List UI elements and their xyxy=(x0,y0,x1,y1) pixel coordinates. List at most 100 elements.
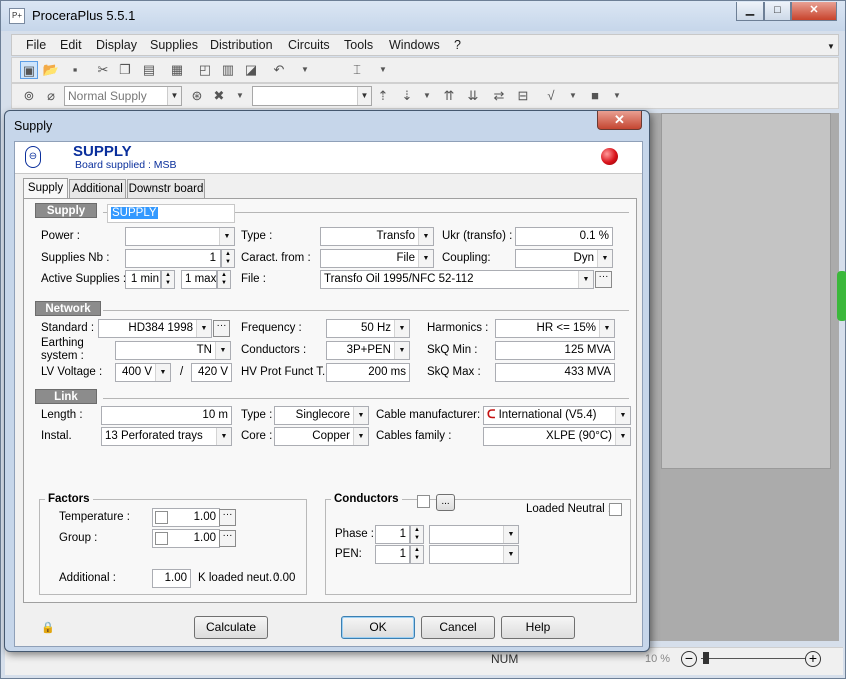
harmonics-select[interactable]: HR <= 15% ▼ xyxy=(495,319,615,338)
caract-from-select[interactable]: File ▼ xyxy=(320,249,434,268)
open-icon[interactable]: 📂 xyxy=(42,61,60,79)
lv-voltage-max-input[interactable]: 420 V xyxy=(191,363,232,382)
tab-supply[interactable]: Supply xyxy=(23,178,68,199)
line-tool-icon[interactable]: ⌶ xyxy=(348,61,366,79)
supplies-nb-stepper[interactable]: ▲ ▼ xyxy=(221,249,235,268)
preview-icon[interactable]: ◰ xyxy=(196,61,214,79)
supplies-nb-input[interactable]: 1 xyxy=(125,249,221,268)
sort-up-icon[interactable]: ⇡ xyxy=(374,87,392,105)
dialog-close-button[interactable]: ✕ xyxy=(597,111,642,130)
print-icon[interactable]: ▥ xyxy=(219,61,237,79)
menu-display[interactable]: Display xyxy=(96,38,137,52)
help-button[interactable]: Help xyxy=(501,616,575,639)
supply-combo[interactable]: Normal Supply ▼ xyxy=(64,86,182,106)
fill-dropdown-icon[interactable]: ▼ xyxy=(608,87,626,105)
temperature-browse-button[interactable]: ··· xyxy=(219,509,236,526)
zoom-slider-thumb[interactable] xyxy=(703,652,709,664)
export-icon[interactable]: ◪ xyxy=(242,61,260,79)
zoom-out-icon[interactable]: − xyxy=(681,651,697,667)
cut-icon[interactable]: ✂ xyxy=(94,61,112,79)
pen-input[interactable]: 1 xyxy=(375,545,410,564)
file-browse-button[interactable]: ··· xyxy=(595,271,612,288)
supply-icon[interactable]: ⊚ xyxy=(20,87,38,105)
formula-icon[interactable]: √ xyxy=(542,87,560,105)
sort-dropdown-icon[interactable]: ▼ xyxy=(418,87,436,105)
menu-edit[interactable]: Edit xyxy=(60,38,82,52)
temperature-checkbox[interactable] xyxy=(155,511,168,524)
earthing-select[interactable]: TN ▼ xyxy=(115,341,231,360)
paste-icon[interactable]: ▤ xyxy=(140,61,158,79)
menu-windows[interactable]: Windows xyxy=(389,38,440,52)
align-icon[interactable]: ⇈ xyxy=(440,87,458,105)
ok-button[interactable]: OK xyxy=(341,616,415,639)
pen-select[interactable]: ▼ xyxy=(429,545,519,564)
supply-name-input[interactable]: SUPPLY xyxy=(107,204,235,223)
file-select[interactable]: Transfo Oil 1995/NFC 52-112 ▼ xyxy=(320,270,594,289)
menu-circuits[interactable]: Circuits xyxy=(288,38,330,52)
length-input[interactable]: 10 m xyxy=(101,406,232,425)
group-input[interactable]: 1.00 xyxy=(152,529,220,548)
menu-supplies[interactable]: Supplies xyxy=(150,38,198,52)
remove-supply-icon[interactable]: ✖ xyxy=(210,87,228,105)
hv-prot-input[interactable]: 200 ms xyxy=(326,363,410,382)
formula-dropdown-icon[interactable]: ▼ xyxy=(564,87,582,105)
connect-icon[interactable]: ⇄ xyxy=(490,87,508,105)
tab-additional[interactable]: Additional xyxy=(69,179,126,199)
skq-max-input[interactable]: 433 MVA xyxy=(495,363,615,382)
fill-icon[interactable]: ■ xyxy=(586,87,604,105)
frequency-select[interactable]: 50 Hz ▼ xyxy=(326,319,410,338)
active-min-input[interactable]: 1 min xyxy=(125,270,161,289)
menu-file[interactable]: File xyxy=(26,38,46,52)
standard-select[interactable]: HD384 1998 ▼ xyxy=(98,319,212,338)
tab-downstr-board[interactable]: Downstr board xyxy=(127,179,205,199)
conductors-select[interactable]: 3P+PEN ▼ xyxy=(326,341,410,360)
zoom-in-icon[interactable]: + xyxy=(805,651,821,667)
power-select[interactable]: ▼ xyxy=(125,227,235,246)
group-checkbox[interactable] xyxy=(155,532,168,545)
calculate-button[interactable]: Calculate xyxy=(194,616,268,639)
cables-family-select[interactable]: XLPE (90°C) ▼ xyxy=(483,427,631,446)
undo-icon[interactable]: ↶ xyxy=(270,61,288,79)
phase-select[interactable]: ▼ xyxy=(429,525,519,544)
cable-type-select[interactable]: Singlecore ▼ xyxy=(274,406,369,425)
copy-icon[interactable]: ❐ xyxy=(116,61,134,79)
conductors-checkbox[interactable] xyxy=(417,495,430,508)
menu-tools[interactable]: Tools xyxy=(344,38,373,52)
supply-dropdown-icon[interactable]: ▼ xyxy=(231,87,249,105)
pen-stepper[interactable]: ▲ ▼ xyxy=(410,545,424,564)
close-button[interactable]: ✕ xyxy=(791,2,837,21)
cable-manufacturer-select[interactable]: ᑕ International (V5.4) ▼ xyxy=(483,406,631,425)
disconnect-icon[interactable]: ⌀ xyxy=(42,87,60,105)
distribute-icon[interactable]: ⇊ xyxy=(464,87,482,105)
supply-tool-icon[interactable]: ⊛ xyxy=(188,87,206,105)
undo-dropdown-icon[interactable]: ▼ xyxy=(296,61,314,79)
minimize-button[interactable]: ▁ xyxy=(736,2,764,21)
sort-down-icon[interactable]: ⇣ xyxy=(398,87,416,105)
new-icon[interactable]: ▣ xyxy=(20,61,38,79)
maximize-button[interactable]: □ xyxy=(764,2,791,21)
save-icon[interactable]: ▪ xyxy=(66,61,84,79)
menu-distribution[interactable]: Distribution xyxy=(210,38,273,52)
loaded-neutral-checkbox[interactable] xyxy=(609,503,622,516)
coupling-select[interactable]: Dyn ▼ xyxy=(515,249,613,268)
cancel-button[interactable]: Cancel xyxy=(421,616,495,639)
menu-overflow-icon[interactable]: ▼ xyxy=(827,42,835,51)
conductors-dots-button[interactable]: ... xyxy=(436,494,455,511)
core-select[interactable]: Copper ▼ xyxy=(274,427,369,446)
lv-voltage-select[interactable]: 400 V ▼ xyxy=(115,363,171,382)
calculator-icon[interactable]: ▦ xyxy=(168,61,186,79)
line-dropdown-icon[interactable]: ▼ xyxy=(374,61,392,79)
group-browse-button[interactable]: ··· xyxy=(219,530,236,547)
secondary-combo[interactable]: ▼ xyxy=(252,86,372,106)
menu-help[interactable]: ? xyxy=(454,38,461,52)
ukr-input[interactable]: 0.1 % xyxy=(515,227,613,246)
instal-select[interactable]: 13 Perforated trays ▼ xyxy=(101,427,232,446)
additional-input[interactable]: 1.00 xyxy=(152,569,191,588)
active-min-stepper[interactable]: ▲ ▼ xyxy=(161,270,175,289)
link-icon[interactable]: ⊟ xyxy=(514,87,532,105)
type-select[interactable]: Transfo ▼ xyxy=(320,227,434,246)
skq-min-input[interactable]: 125 MVA xyxy=(495,341,615,360)
temperature-input[interactable]: 1.00 xyxy=(152,508,220,527)
standard-browse-button[interactable]: ··· xyxy=(213,320,230,337)
phase-input[interactable]: 1 xyxy=(375,525,410,544)
